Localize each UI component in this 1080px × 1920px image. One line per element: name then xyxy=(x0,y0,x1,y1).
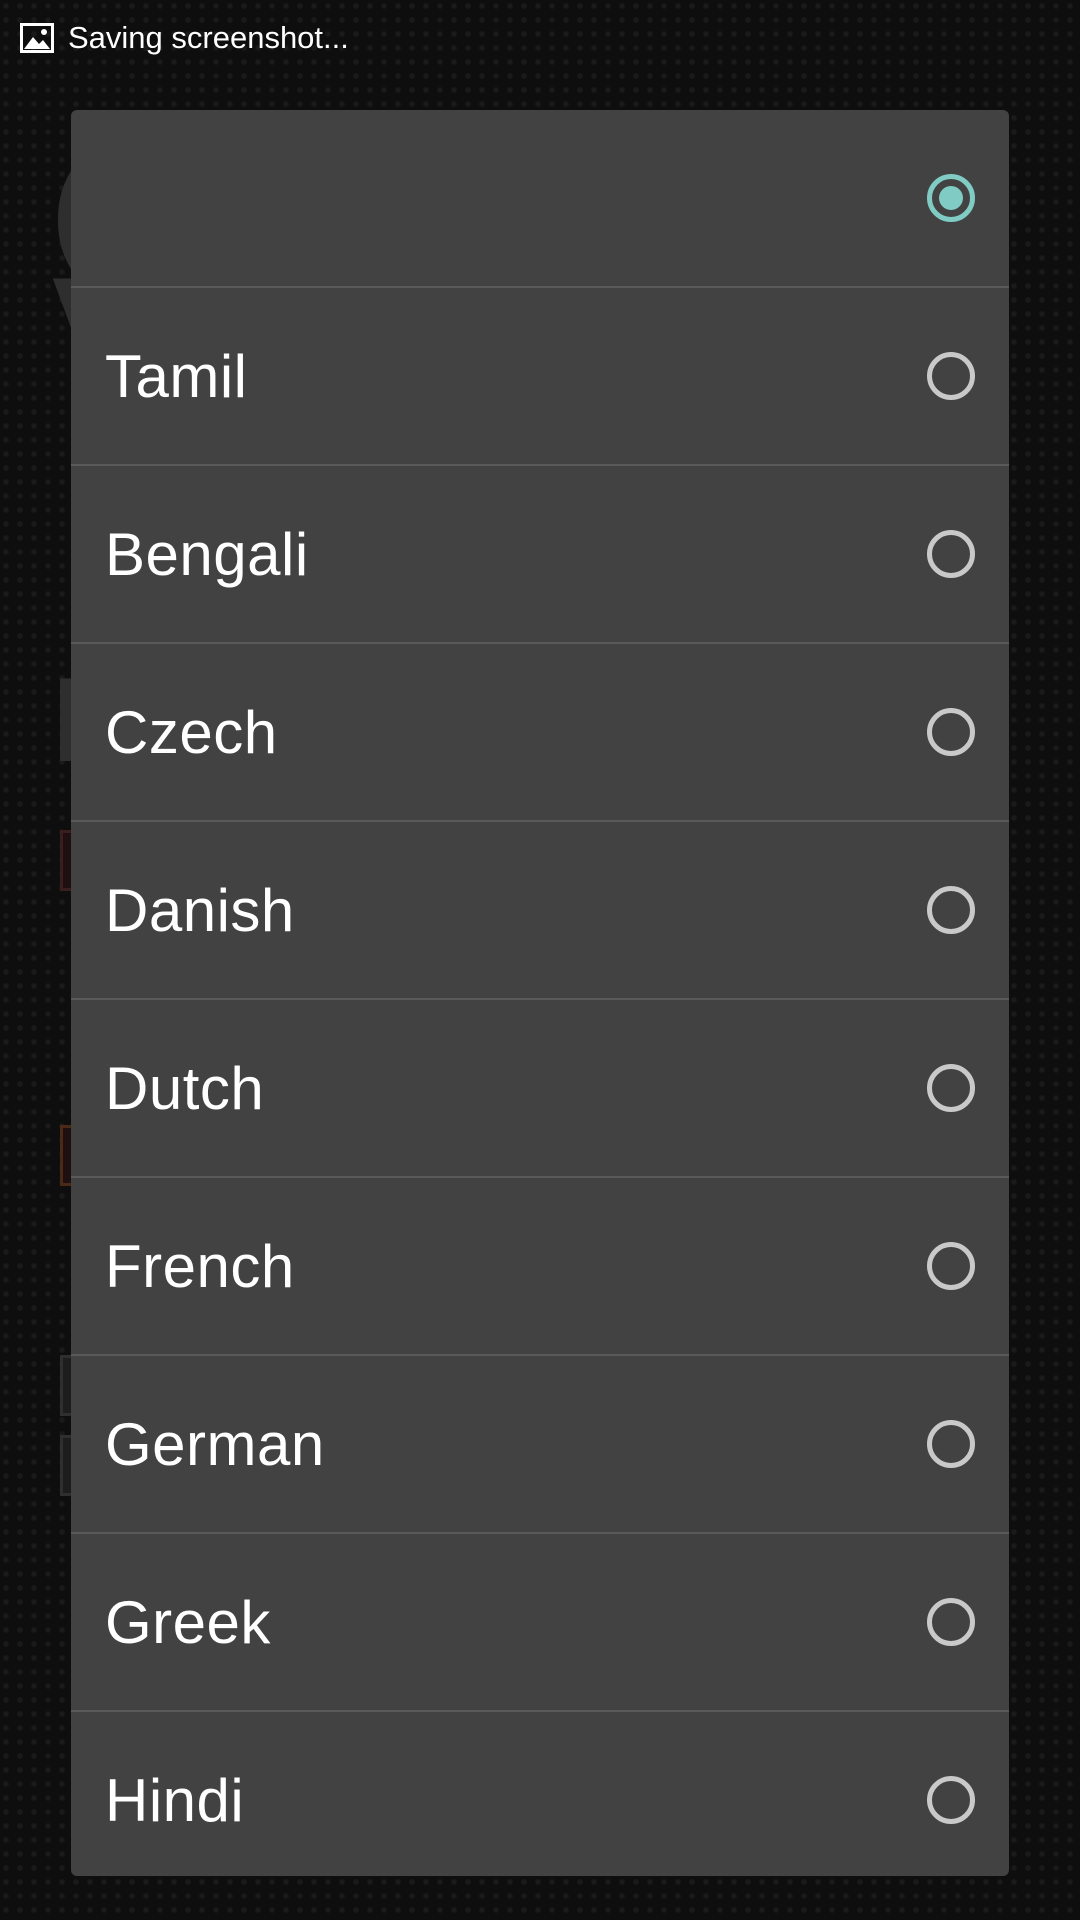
radio-unselected-icon[interactable] xyxy=(927,1242,975,1290)
radio-unselected-icon[interactable] xyxy=(927,708,975,756)
language-option[interactable]: Hindi xyxy=(71,1712,1009,1876)
language-label: German xyxy=(105,1410,325,1478)
language-label: Hindi xyxy=(105,1766,245,1834)
radio-unselected-icon[interactable] xyxy=(927,1420,975,1468)
language-option[interactable]: Dutch xyxy=(71,1000,1009,1178)
radio-unselected-icon[interactable] xyxy=(927,1064,975,1112)
language-option[interactable]: Danish xyxy=(71,822,1009,1000)
radio-unselected-icon[interactable] xyxy=(927,1598,975,1646)
language-option[interactable]: Czech xyxy=(71,644,1009,822)
radio-unselected-icon[interactable] xyxy=(927,886,975,934)
language-option[interactable]: Greek xyxy=(71,1534,1009,1712)
radio-unselected-icon[interactable] xyxy=(927,530,975,578)
language-option[interactable]: German xyxy=(71,1356,1009,1534)
language-option[interactable]: French xyxy=(71,1178,1009,1356)
language-label: Bengali xyxy=(105,520,309,588)
status-text: Saving screenshot... xyxy=(68,19,349,55)
language-label: French xyxy=(105,1232,295,1300)
language-picker-dialog: Tamil Bengali Czech Danish Dutch French … xyxy=(71,110,1009,1876)
radio-unselected-icon[interactable] xyxy=(927,1776,975,1824)
language-label: Czech xyxy=(105,698,278,766)
radio-unselected-icon[interactable] xyxy=(927,352,975,400)
language-label: Tamil xyxy=(105,342,248,410)
language-option[interactable]: Tamil xyxy=(71,288,1009,466)
language-label: Greek xyxy=(105,1588,271,1656)
language-label: Dutch xyxy=(105,1054,265,1122)
status-bar: Saving screenshot... xyxy=(0,0,1080,75)
image-icon xyxy=(20,22,54,53)
language-label: Danish xyxy=(105,876,295,944)
radio-selected-icon[interactable] xyxy=(927,174,975,222)
language-option[interactable]: Bengali xyxy=(71,466,1009,644)
language-option[interactable] xyxy=(71,110,1009,288)
